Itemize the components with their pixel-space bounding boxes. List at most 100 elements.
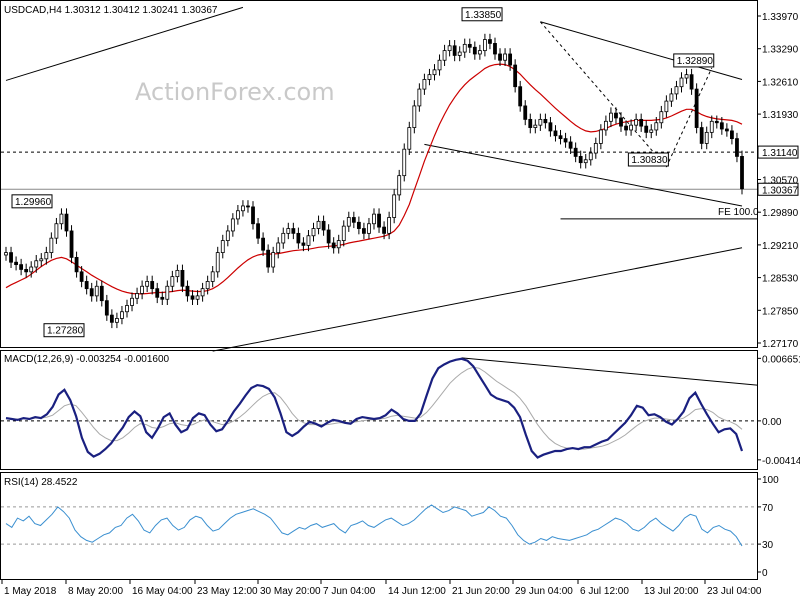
time-tick-label: 6 Jul 12:00 xyxy=(580,586,629,597)
candle-body xyxy=(84,281,89,290)
price-annotation-label: 1.30830 xyxy=(631,155,668,166)
candle-body xyxy=(39,258,44,262)
candle-body xyxy=(382,226,386,234)
time-tick-label: 21 Jun 20:00 xyxy=(452,586,510,597)
candle-body xyxy=(452,45,457,56)
candle-body xyxy=(195,295,200,300)
time-tick-label: 1 May 2018 xyxy=(4,586,57,597)
candle-body xyxy=(538,118,543,126)
candle-body xyxy=(4,252,8,256)
candle-body xyxy=(488,39,492,44)
candle-body xyxy=(422,79,427,90)
candle-body xyxy=(694,88,699,128)
candle-body xyxy=(387,217,392,234)
candle-body xyxy=(367,223,371,234)
current-price-tag: 1.30367 xyxy=(762,185,799,196)
candle-body xyxy=(377,213,381,228)
candle-body xyxy=(321,220,326,231)
candle-body xyxy=(493,43,497,55)
candle-body xyxy=(447,45,452,52)
candle-body xyxy=(316,220,321,229)
candle-body xyxy=(689,74,694,90)
candle-body xyxy=(498,53,502,61)
candle-body xyxy=(397,175,402,196)
time-tick-label: 14 Jun 12:00 xyxy=(388,586,446,597)
candle-body xyxy=(64,213,69,232)
candle-body xyxy=(351,217,356,223)
candle-body xyxy=(145,281,150,287)
macd-label: MACD(12,26,9) -0.003254 -0.001600 xyxy=(4,354,170,365)
candle-body xyxy=(19,264,24,270)
candle-body xyxy=(241,205,245,212)
candle-body xyxy=(44,252,49,260)
candle-body xyxy=(190,295,195,300)
price-tick-label: 1.33290 xyxy=(762,45,799,56)
candle-body xyxy=(205,281,210,290)
candle-body xyxy=(442,50,447,61)
candle-body xyxy=(9,252,13,263)
macd-tick-label: 0.00 xyxy=(762,417,782,428)
candle-body xyxy=(684,74,689,79)
rsi-tick-label: 0 xyxy=(762,568,768,579)
candle-body xyxy=(34,260,39,268)
candle-body xyxy=(402,148,407,177)
candle-body xyxy=(271,252,276,268)
candle-body xyxy=(235,210,240,220)
price-tick-label: 1.29890 xyxy=(762,208,799,219)
candle-body xyxy=(130,297,134,306)
candle-body xyxy=(150,281,155,290)
candle-body xyxy=(740,156,744,190)
candle-body xyxy=(170,276,175,287)
candle-body xyxy=(59,213,64,225)
candle-body xyxy=(427,74,432,80)
time-tick-label: 23 Jul 04:00 xyxy=(707,586,762,597)
candle-body xyxy=(704,131,709,144)
price-axis: 1.339701.332901.326101.319301.311401.305… xyxy=(757,12,799,350)
price-annotation-label: 1.29960 xyxy=(15,197,52,208)
rsi-tick-label: 30 xyxy=(762,540,774,551)
price-tick-label: 1.28530 xyxy=(762,274,799,285)
price-tick-label: 1.33970 xyxy=(762,12,799,23)
candle-body xyxy=(261,237,265,251)
candle-body xyxy=(210,271,215,282)
candle-body xyxy=(634,118,639,126)
candle-body xyxy=(291,228,296,234)
candle-body xyxy=(79,271,84,282)
candle-body xyxy=(649,129,654,133)
candle-body xyxy=(246,205,250,208)
candle-body xyxy=(412,105,417,128)
price-annotation-label: 1.33850 xyxy=(465,10,502,21)
price-panel-frame xyxy=(0,0,758,348)
candle-body xyxy=(346,217,351,227)
candle-body xyxy=(356,221,361,229)
candle-body xyxy=(619,117,623,127)
candle-body xyxy=(523,105,528,120)
usdcad-chart: ActionForex.com FE 100.0 1.33850 1.32890 1.… xyxy=(0,0,800,597)
price-tick-label: 1.29210 xyxy=(762,241,799,252)
candle-body xyxy=(185,285,190,297)
candle-body xyxy=(614,112,618,119)
candle-body xyxy=(74,257,79,273)
candle-body xyxy=(104,300,109,316)
candle-body xyxy=(362,228,366,234)
candle-body xyxy=(518,86,523,107)
candle-body xyxy=(583,159,588,164)
price-tick-label: 1.27170 xyxy=(762,339,799,350)
candle-body xyxy=(543,118,548,124)
candle-body xyxy=(135,293,139,299)
candle-body xyxy=(709,120,714,133)
candle-body xyxy=(603,120,608,131)
candle-body xyxy=(563,138,568,143)
candle-body xyxy=(432,69,437,76)
level-price-tag: 1.31140 xyxy=(762,148,798,159)
time-tick-label: 7 Jun 04:00 xyxy=(323,586,376,597)
candle-body xyxy=(588,152,593,161)
candle-body xyxy=(311,228,316,237)
rsi-panel-frame xyxy=(0,472,758,580)
time-tick-label: 16 May 04:00 xyxy=(132,586,193,597)
candle-body xyxy=(508,53,513,66)
candle-body xyxy=(372,213,376,225)
candle-body xyxy=(568,141,573,149)
time-tick-label: 23 May 12:00 xyxy=(197,586,258,597)
candle-body xyxy=(125,305,129,313)
